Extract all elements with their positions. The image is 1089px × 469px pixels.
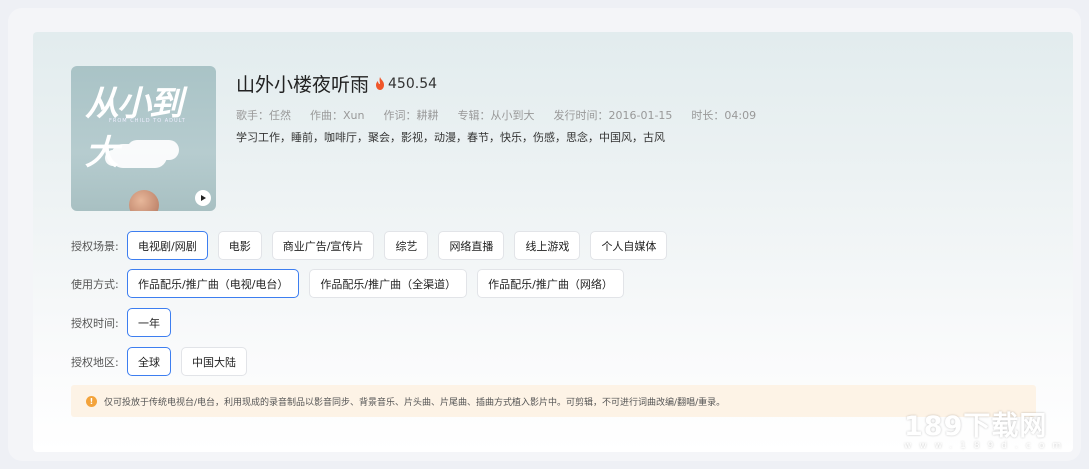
region-row: 授权地区: 全球 中国大陆	[71, 347, 257, 376]
song-license-card: 从小到大 FROM CHILD TO ADULT 山外小楼夜听雨 450.54 …	[33, 32, 1073, 452]
license-notice: ! 仅可投放于传统电视台/电台，利用现成的录音制品以影音同步、背景音乐、片头曲、…	[71, 385, 1036, 417]
heat-value: 450.54	[388, 75, 438, 92]
scene-option-variety[interactable]: 综艺	[384, 231, 429, 260]
meta-singer[interactable]: 歌手：任然	[236, 107, 291, 123]
song-title-row: 山外小楼夜听雨 450.54	[236, 70, 437, 97]
period-label: 授权时间:	[71, 316, 119, 330]
outer-frame: 从小到大 FROM CHILD TO ADULT 山外小楼夜听雨 450.54 …	[8, 8, 1081, 461]
usage-label: 使用方式:	[71, 277, 119, 291]
scene-option-movie[interactable]: 电影	[217, 231, 262, 260]
flame-icon	[376, 77, 385, 90]
usage-option-tv-radio[interactable]: 作品配乐/推广曲（电视/电台）	[127, 269, 300, 298]
meta-lyricist: 作词：耕耕	[383, 109, 439, 122]
song-meta: 歌手：任然 作曲：Xun 作词：耕耕 专辑：从小到大 发行时间：2016-01-…	[236, 107, 756, 123]
play-icon	[201, 195, 206, 201]
cover-ball-art	[129, 190, 159, 211]
meta-album[interactable]: 专辑：从小到大	[457, 107, 534, 123]
watermark-url: www.189d.com	[904, 441, 1070, 451]
scene-option-tv-drama[interactable]: 电视剧/网剧	[127, 231, 208, 260]
scene-option-commercial[interactable]: 商业广告/宣传片	[271, 231, 375, 260]
scene-option-live-stream[interactable]: 网络直播	[438, 231, 505, 260]
watermark-main: 189下载网	[904, 411, 1048, 442]
usage-option-all-channels[interactable]: 作品配乐/推广曲（全渠道）	[309, 269, 468, 298]
site-watermark: 189下载网 www.189d.com	[904, 404, 1069, 451]
notice-text: 仅可投放于传统电视台/电台，利用现成的录音制品以影音同步、背景音乐、片头曲、片尾…	[104, 397, 726, 408]
song-title: 山外小楼夜听雨	[236, 74, 370, 96]
scene-option-self-media[interactable]: 个人自媒体	[590, 231, 668, 260]
meta-duration: 时长：04:09	[691, 109, 757, 122]
period-row: 授权时间: 一年	[71, 308, 181, 337]
region-label: 授权地区:	[71, 355, 119, 369]
region-option-mainland-china[interactable]: 中国大陆	[181, 347, 247, 376]
album-cover[interactable]: 从小到大 FROM CHILD TO ADULT	[71, 66, 216, 211]
meta-composer: 作曲：Xun	[310, 109, 365, 122]
info-icon: !	[86, 395, 97, 407]
usage-option-online[interactable]: 作品配乐/推广曲（网络）	[477, 269, 624, 298]
play-button[interactable]	[195, 190, 211, 206]
cover-subtitle: FROM CHILD TO ADULT	[109, 118, 186, 124]
scene-option-online-game[interactable]: 线上游戏	[514, 231, 581, 260]
usage-row: 使用方式: 作品配乐/推广曲（电视/电台） 作品配乐/推广曲（全渠道） 作品配乐…	[71, 269, 634, 298]
period-option-one-year[interactable]: 一年	[127, 308, 171, 337]
meta-release-date: 发行时间：2016-01-15	[553, 109, 673, 122]
scene-label: 授权场景:	[71, 239, 119, 253]
scene-row: 授权场景: 电视剧/网剧 电影 商业广告/宣传片 综艺 网络直播 线上游戏 个人…	[71, 231, 677, 260]
song-tags: 学习工作，睡前，咖啡厅，聚会，影视，动漫，春节，快乐，伤感，思念，中国风，古风	[236, 131, 665, 144]
heat-score: 450.54	[375, 76, 437, 92]
cover-cloud-art	[111, 144, 167, 168]
region-option-global[interactable]: 全球	[127, 347, 171, 376]
